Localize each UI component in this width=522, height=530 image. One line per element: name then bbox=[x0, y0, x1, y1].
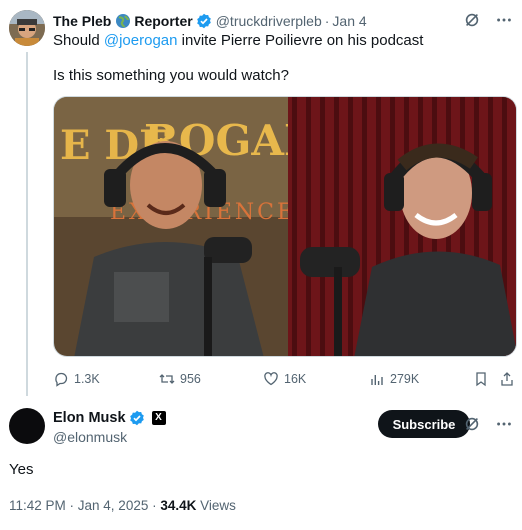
author-name[interactable]: The Pleb bbox=[53, 13, 111, 29]
tweet-text-line-1: Should @joerogan invite Pierre Poilievre… bbox=[53, 32, 423, 50]
tweet-media-image[interactable]: E DE ROGAN EXPERIENCE bbox=[53, 96, 517, 357]
verified-badge-icon bbox=[129, 410, 145, 426]
reply-views-count: 34.4K bbox=[160, 498, 197, 513]
grok-icon[interactable] bbox=[462, 414, 482, 434]
reply-tweet[interactable]: Elon Musk X @elonmusk Subscribe Yes 11:4… bbox=[0, 398, 522, 530]
tweet-header: The Pleb Reporter @truckdriverpleb · Jan… bbox=[53, 12, 367, 30]
tweet-date[interactable]: Jan 4 bbox=[332, 13, 366, 29]
tweet-text-line-2: Is this something you would watch? bbox=[53, 67, 289, 84]
separator-dot: · bbox=[324, 13, 330, 29]
more-options-icon[interactable] bbox=[494, 10, 514, 30]
reply-text: Yes bbox=[9, 461, 34, 478]
reply-author-handle[interactable]: @elonmusk bbox=[53, 429, 127, 445]
reply-author-name[interactable]: Elon Musk bbox=[53, 410, 126, 426]
reply-top-actions bbox=[462, 414, 514, 434]
verified-badge-icon bbox=[196, 13, 212, 29]
reply-icon bbox=[55, 372, 68, 387]
mention-link[interactable]: @joerogan bbox=[104, 32, 178, 49]
globe-emoji-icon bbox=[115, 13, 131, 29]
reply-meta: 11:42 PM · Jan 4, 2025 · 34.4K Views bbox=[9, 498, 236, 513]
bookmark-action[interactable] bbox=[473, 369, 489, 389]
subscribe-button[interactable]: Subscribe bbox=[378, 410, 470, 438]
like-count: 16K bbox=[284, 372, 307, 386]
original-tweet[interactable]: The Pleb Reporter @truckdriverpleb · Jan… bbox=[0, 0, 522, 398]
reply-header: Elon Musk X bbox=[53, 410, 166, 426]
tweet-text-before: Should bbox=[53, 32, 104, 49]
analytics-icon bbox=[371, 375, 383, 385]
media-image: E DE ROGAN EXPERIENCE bbox=[54, 97, 516, 356]
reply-author-avatar[interactable] bbox=[9, 408, 45, 444]
x-affiliation-badge: X bbox=[151, 411, 166, 425]
repost-icon bbox=[159, 374, 175, 384]
tweet-actions-bar: 1.3K 956 16K 279K bbox=[53, 369, 517, 389]
tweet-text-after: invite Pierre Poilievre on his podcast bbox=[177, 32, 424, 49]
author-name-suffix[interactable]: Reporter bbox=[134, 13, 192, 29]
reply-timestamp[interactable]: 11:42 PM · Jan 4, 2025 · bbox=[9, 498, 160, 513]
tweet-top-actions bbox=[462, 10, 514, 30]
share-icon bbox=[501, 372, 513, 386]
repost-action[interactable]: 956 bbox=[159, 369, 201, 389]
views-count: 279K bbox=[390, 372, 420, 386]
repost-count: 956 bbox=[180, 372, 201, 386]
thread-line bbox=[26, 52, 28, 396]
grok-icon[interactable] bbox=[462, 10, 482, 30]
reply-count: 1.3K bbox=[74, 372, 100, 386]
avatar-image bbox=[9, 10, 45, 46]
bookmark-icon bbox=[476, 372, 486, 387]
reply-action[interactable]: 1.3K bbox=[53, 369, 100, 389]
reply-views-label: Views bbox=[196, 498, 236, 513]
views-action[interactable]: 279K bbox=[369, 369, 419, 389]
share-action[interactable] bbox=[499, 369, 515, 389]
more-options-icon[interactable] bbox=[494, 414, 514, 434]
heart-icon bbox=[264, 372, 278, 386]
author-handle[interactable]: @truckdriverpleb bbox=[216, 13, 322, 29]
author-avatar[interactable] bbox=[9, 10, 45, 46]
like-action[interactable]: 16K bbox=[263, 369, 306, 389]
